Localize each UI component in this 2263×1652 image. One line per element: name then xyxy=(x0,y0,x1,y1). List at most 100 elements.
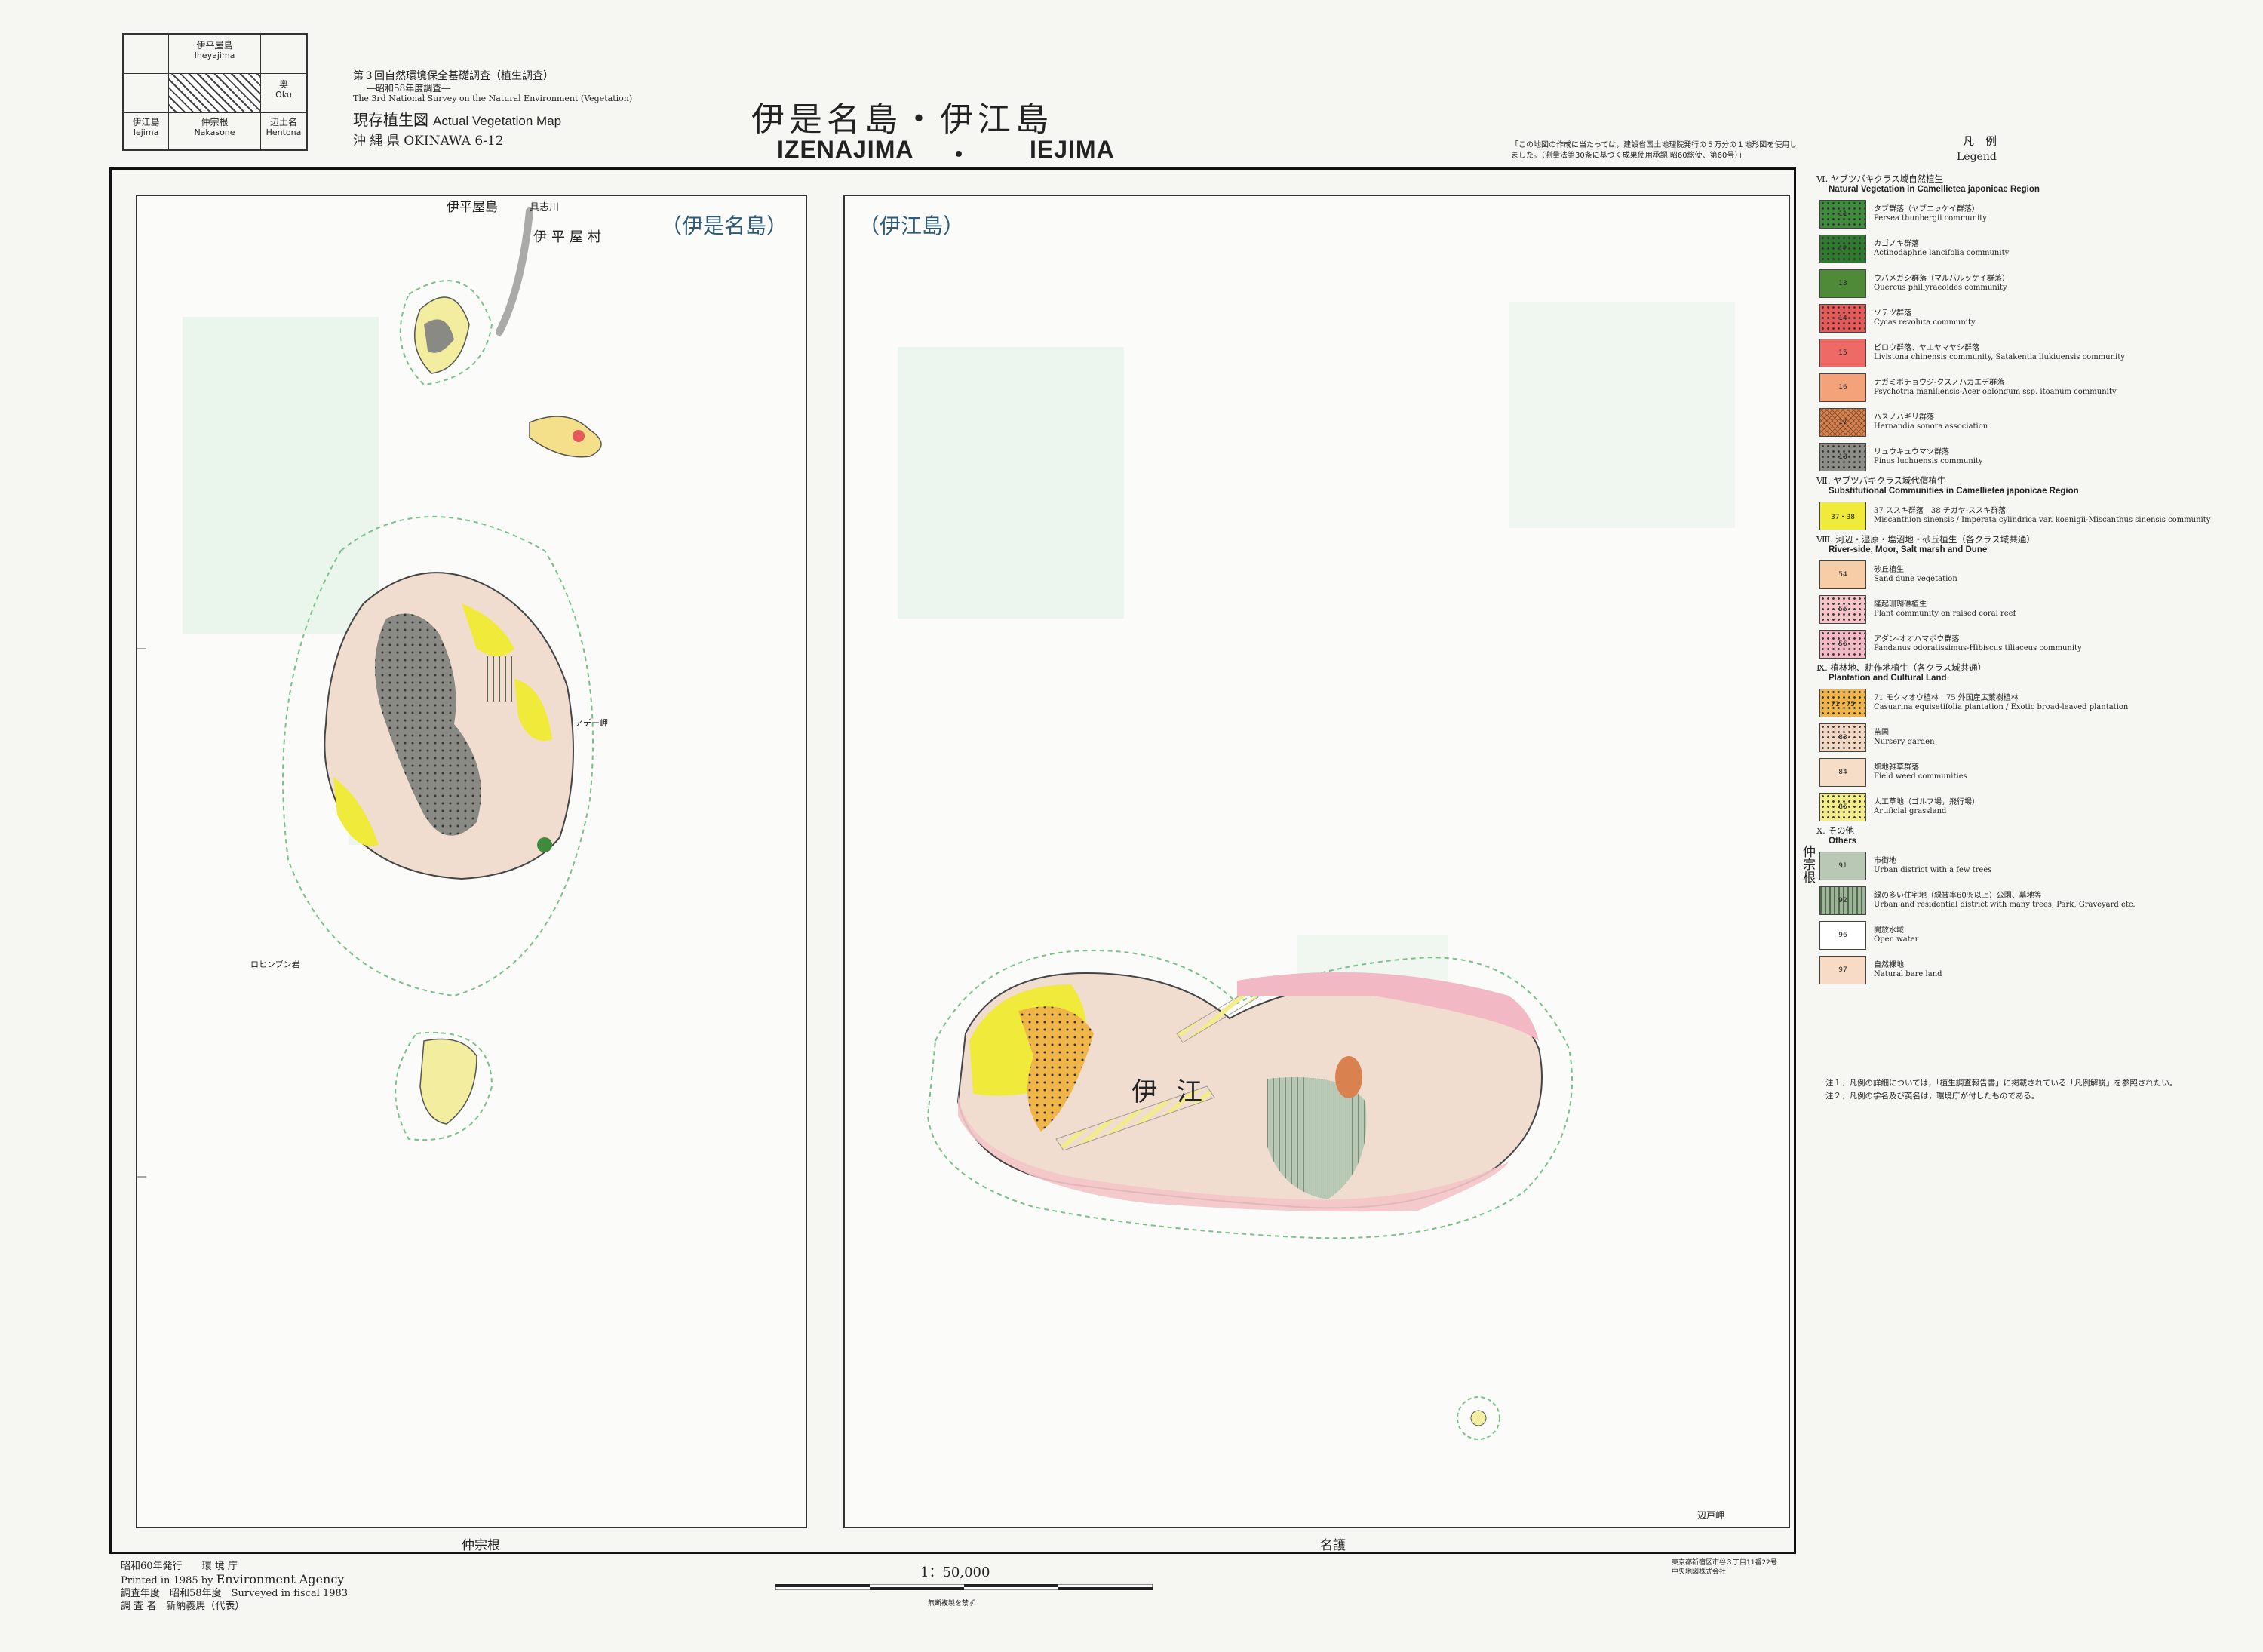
published-year: 昭和60年発行 xyxy=(121,1561,183,1572)
legend-text: リュウキュウマツ群落 Pinus luchuensis community xyxy=(1874,448,1983,466)
island-small xyxy=(529,416,602,458)
legend-swatch: 97 xyxy=(1819,956,1866,984)
legend-notes: 注１．凡例の詳細については，「植生調査報告書」に掲載されている「凡例解説」を参照… xyxy=(1825,1077,2218,1103)
legend-section-head-jp: Ⅹ. その他 xyxy=(1816,825,1854,836)
izena-map-panel[interactable]: （伊是名島） 伊平屋島 伊平屋村 具志川 ロヒンブン岩 アデー岬 xyxy=(136,195,807,1528)
legend-item: 54 砂丘植生 Sand dune vegetation xyxy=(1819,560,2254,590)
legend-text: 37 ススキ群落 38 チガヤ-ススキ群落 Miscanthion sinensi… xyxy=(1874,507,2210,525)
legend-label-jp: 畑地雑草群落 xyxy=(1874,763,1919,772)
index-cell-en: Iheyajima xyxy=(194,51,235,60)
legend-label-en: Persea thunbergii community xyxy=(1874,214,1987,223)
place-izena-east: アデー岬 xyxy=(575,718,608,728)
legend-label-en: Sand dune vegetation xyxy=(1874,575,1957,583)
legend-section-head: Ⅹ. その他 Others xyxy=(1816,825,2254,846)
index-cell-jp: 仲宗根 xyxy=(201,117,229,127)
ie-map-graphic xyxy=(898,302,1735,1440)
legend-text: ビロウ群落、ヤエヤマヤシ群落 Livistona chinensis commun… xyxy=(1874,344,2125,362)
legend-text: アダン-オオハマボウ群落 Pandanus odoratissimus-Hibis… xyxy=(1874,635,2082,653)
legend-label-en: Urban district with a few trees xyxy=(1874,866,1992,874)
printer-name: 中央地図株式会社 xyxy=(1672,1568,1727,1576)
legend-label-jp: タブ群落（ヤブニッケイ群落） xyxy=(1874,205,1979,213)
legend-label-en: Hernandia sonora association xyxy=(1874,422,1988,431)
legend-section: Ⅶ. ヤブツバキクラス域代償植生 Substitutional Communiti… xyxy=(1816,475,2254,531)
legend-item: 12 カゴノキ群落 Actinodaphne lancifolia communit… xyxy=(1819,234,2254,264)
legend-swatch: 11 xyxy=(1819,200,1866,229)
izena-panel-label: （伊是名島） xyxy=(660,213,788,238)
legend-item: 13 ウバメガシ群落（マルバルッケイ群落） Quercus phillyraeoid… xyxy=(1819,269,2254,299)
legend-note-1: 注１．凡例の詳細については，「植生調査報告書」に掲載されている「凡例解説」を参照… xyxy=(1825,1079,2178,1088)
agency-en: Environment Agency xyxy=(216,1572,345,1586)
legend-section: Ⅷ. 河辺・湿原・塩沼地・砂丘植生（各クラス域共通） River-side, Mo… xyxy=(1816,534,2254,659)
index-cell-jp: 伊平屋島 xyxy=(196,40,233,51)
legend-item: 96 開放水域 Open water xyxy=(1819,920,2254,950)
map-type-en: Actual Vegetation Map xyxy=(433,114,562,128)
legend-item: 37・38 37 ススキ群落 38 チガヤ-ススキ群落 Miscanthion si… xyxy=(1819,501,2254,531)
right-adjacent-sheet: 仲宗根 xyxy=(1800,845,1815,883)
legend-label-en: Actinodaphne lancifolia community xyxy=(1874,249,2010,257)
index-cell-current-sheet xyxy=(169,74,261,113)
north-adjacent-sheet: 伊平屋島 xyxy=(447,200,498,215)
legend-label-jp: 砂丘植生 xyxy=(1874,566,1904,574)
surveyed-en: Surveyed in fiscal 1983 xyxy=(231,1588,349,1599)
legend-label-jp: 開放水域 xyxy=(1874,926,1904,935)
legend-text: 自然裸地 Natural bare land xyxy=(1874,961,1942,979)
survey-title-en: The 3rd National Survey on the Natural E… xyxy=(353,94,633,103)
legend-text: 緑の多い住宅地（緑被率60％以上）公園、墓地等 Urban and residen… xyxy=(1874,892,2136,910)
legend-label-jp: ビロウ群落、ヤエヤマヤシ群落 xyxy=(1874,344,1979,352)
legend-swatch: 83 xyxy=(1819,723,1866,752)
legend-label-en: Nursery garden xyxy=(1874,738,1935,746)
sea-tint xyxy=(898,347,1124,619)
izena-map-graphic xyxy=(137,207,602,1178)
surveyor: 新納義馬（代表） xyxy=(166,1601,245,1612)
legend-section-head-jp: Ⅶ. ヤブツバキクラス域代償植生 xyxy=(1816,475,1946,486)
legend-section-head: Ⅵ. ヤブツバキクラス域自然植生 Natural Vegetation in Ca… xyxy=(1816,173,2254,195)
copy-prohibited-note: 無断複製を禁ず xyxy=(928,1600,976,1607)
legend-text: カゴノキ群落 Actinodaphne lancifolia community xyxy=(1874,240,2009,258)
legend-swatch: 17 xyxy=(1819,408,1866,437)
legend-item: 18 リュウキュウマツ群落 Pinus luchuensis community xyxy=(1819,442,2254,472)
legend-section: Ⅸ. 植林地、耕作地植生（各クラス域共通） Plantation and Cult… xyxy=(1816,662,2254,822)
index-cell-nakasone: 仲宗根 Nakasone xyxy=(169,113,261,149)
surveyed-jp: 昭和58年度 xyxy=(170,1588,222,1599)
legend-label-en: Psychotria manillensis-Acer oblongum ssp… xyxy=(1874,388,2117,396)
legend-label-jp: 市街地 xyxy=(1874,857,1896,865)
index-cell-en: Hentona xyxy=(266,127,302,137)
legend-section-head-en: Plantation and Cultural Land xyxy=(1829,674,1947,683)
legend-label-jp: 自然裸地 xyxy=(1874,961,1904,969)
legend-swatch: 16 xyxy=(1819,373,1866,402)
forest-patch xyxy=(537,837,552,852)
legend-item: 83 苗圃 Nursery garden xyxy=(1819,723,2254,753)
index-cell-iheyajima: 伊平屋島 Iheyajima xyxy=(169,35,261,74)
legend-label-en: Open water xyxy=(1874,935,1919,944)
legend: Ⅵ. ヤブツバキクラス域自然植生 Natural Vegetation in Ca… xyxy=(1816,170,2254,985)
legend-section: Ⅹ. その他 Others 91 市街地 Urban district with a f… xyxy=(1816,825,2254,985)
legend-swatch: 15 xyxy=(1819,339,1866,367)
legend-text: 市街地 Urban district with a few trees xyxy=(1874,857,1991,875)
legend-section: Ⅵ. ヤブツバキクラス域自然植生 Natural Vegetation in Ca… xyxy=(1816,173,2254,472)
legend-label-en: Casuarina equisetifolia plantation / Exo… xyxy=(1874,703,2129,711)
urban-park-patch xyxy=(484,656,514,702)
legend-swatch: 56 xyxy=(1819,630,1866,659)
ie-map-panel[interactable]: （伊江島） 伊江 辺戸岬 xyxy=(843,195,1790,1528)
legend-label-jp: 緑の多い住宅地（緑被率60％以上）公園、墓地等 xyxy=(1874,892,2042,900)
publisher-info: 昭和60年発行 環 境 庁 Printed in 1985 by Environ… xyxy=(121,1560,348,1613)
index-cell-en: Nakasone xyxy=(194,127,235,137)
legend-item: 92 緑の多い住宅地（緑被率60％以上）公園、墓地等 Urban and resid… xyxy=(1819,886,2254,916)
legend-label-jp: 隆起珊瑚礁植生 xyxy=(1874,600,1927,609)
place-ie-town: 伊江 xyxy=(1132,1077,1222,1107)
legend-item: 16 ナガミボチョウジ-クスノハカエデ群落 Psychotria manillens… xyxy=(1819,373,2254,403)
scale-label: 1：50,000 xyxy=(920,1564,990,1580)
bottom-right-adjacent-sheet: 名護 xyxy=(1320,1538,1346,1553)
legend-section-head: Ⅷ. 河辺・湿原・塩沼地・砂丘植生（各クラス域共通） River-side, Mo… xyxy=(1816,534,2254,555)
hernandia-patch xyxy=(1335,1056,1362,1098)
legend-label-en: Quercus phillyraeoides community xyxy=(1874,284,2007,292)
legend-item: 55 隆起珊瑚礁植生 Plant community on raised coral… xyxy=(1819,594,2254,625)
legend-item: 86 人工草地（ゴルフ場，飛行場） Artificial grassland xyxy=(1819,792,2254,822)
legend-text: タブ群落（ヤブニッケイ群落） Persea thunbergii communit… xyxy=(1874,205,1987,223)
place-bottom-corner: 辺戸岬 xyxy=(1697,1510,1725,1521)
legend-text: 71 モクマオウ植林 75 外国産広葉樹植林 Casuarina equiseti… xyxy=(1874,694,2128,712)
map-type-jp: 現存植生図 xyxy=(353,111,428,129)
printer-address: 東京都新宿区市谷３丁目11番22号 xyxy=(1672,1559,1777,1567)
legend-label-jp: 苗圃 xyxy=(1874,729,1889,737)
legend-swatch: 37・38 xyxy=(1819,502,1866,530)
